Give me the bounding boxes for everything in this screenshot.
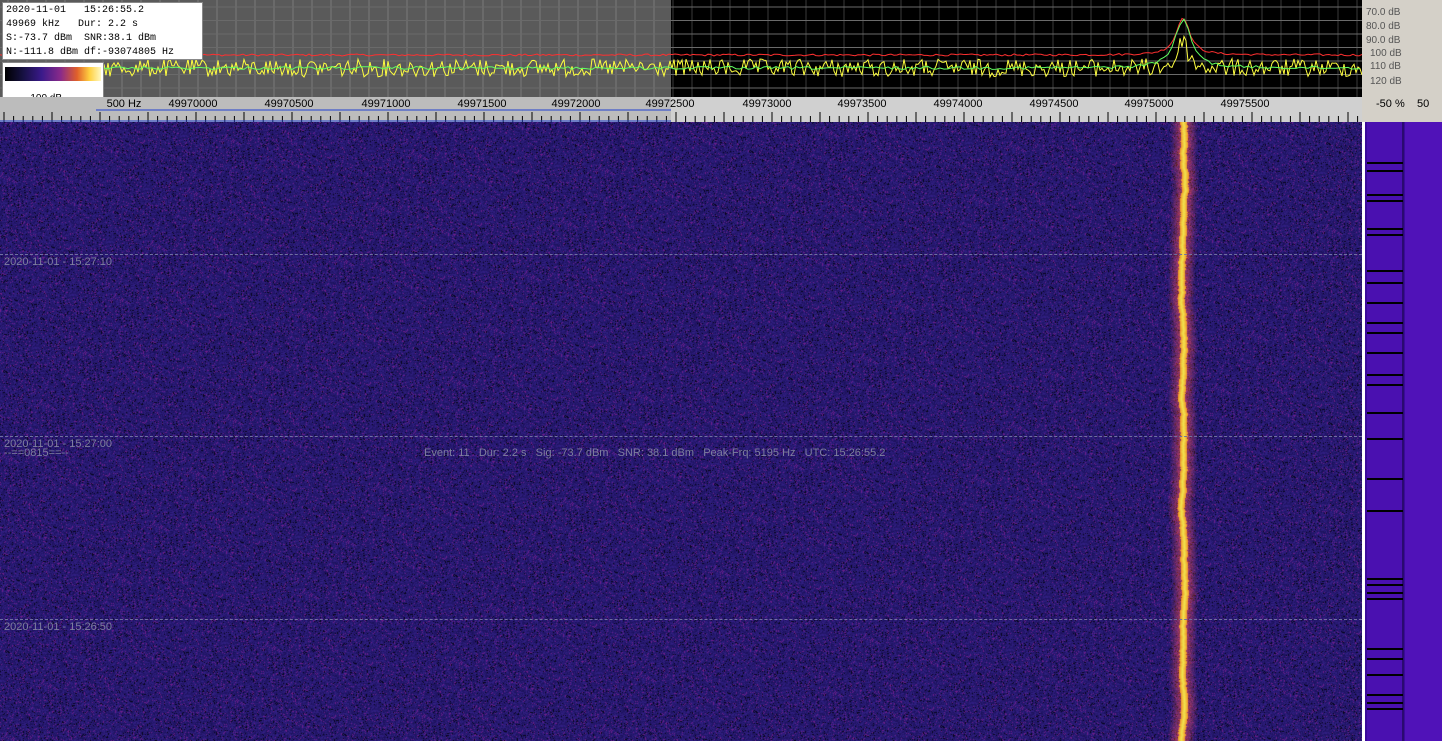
event-info: Event: 11 Dur: 2.2 s Sig: -73.7 dBm SNR:… xyxy=(424,447,886,459)
event-marker xyxy=(1367,592,1403,594)
waterfall-canvas xyxy=(0,122,1362,741)
freq-label-11: 49975000 xyxy=(1124,98,1174,110)
event-marker xyxy=(1367,228,1403,230)
freq-label-12: 49975500 xyxy=(1220,98,1270,110)
freq-label-10: 49974500 xyxy=(1029,98,1079,110)
event-marker xyxy=(1367,234,1403,236)
event-marker xyxy=(1367,674,1403,676)
spectrum-plot[interactable] xyxy=(0,0,1362,97)
info-noise-df: N:-111.8 dBm df:-93074805 Hz xyxy=(6,47,175,58)
spectrum-analyzer-window: 70.0 dB 80.0 dB 90.0 dB 100 dB 110 dB 12… xyxy=(0,0,1442,741)
percent-label: -50 % xyxy=(1376,98,1405,110)
freq-label-2: 49970500 xyxy=(264,98,314,110)
time-divider xyxy=(0,436,1362,437)
color-gradient-bar xyxy=(5,67,101,81)
db-label-90: 90.0 dB xyxy=(1366,35,1401,46)
db-label-80: 80.0 dB xyxy=(1366,21,1401,32)
event-marker xyxy=(1367,412,1403,414)
event-marker xyxy=(1367,302,1403,304)
event-marker xyxy=(1367,374,1403,376)
event-marker xyxy=(1367,702,1403,704)
event-marker xyxy=(1367,694,1403,696)
event-marker xyxy=(1367,194,1403,196)
freq-label-3: 49971000 xyxy=(361,98,411,110)
db-label-110: 110 dB xyxy=(1370,61,1401,72)
percent-value: 50 xyxy=(1417,98,1430,110)
strip-border xyxy=(1362,122,1365,741)
db-label-70: 70.0 dB xyxy=(1366,7,1401,18)
time-label: 2020-11-01 - 15:27:10 xyxy=(4,256,113,268)
event-marker xyxy=(1367,162,1403,164)
event-marker xyxy=(1367,510,1403,512)
info-signal-snr: S:-73.7 dBm SNR:38.1 dBm xyxy=(6,33,157,44)
event-marker xyxy=(1367,282,1403,284)
event-marker xyxy=(1367,478,1403,480)
db-scale: 70.0 dB 80.0 dB 90.0 dB 100 dB 110 dB 12… xyxy=(1362,0,1442,97)
event-marker xyxy=(1367,200,1403,202)
event-marker xyxy=(1367,578,1403,580)
event-marker xyxy=(1367,270,1403,272)
event-marker xyxy=(1367,384,1403,386)
freq-label-6: 49972500 xyxy=(645,98,695,110)
event-marker xyxy=(1367,352,1403,354)
event-marker xyxy=(1367,648,1403,650)
station-tag: --==0815==-- xyxy=(4,447,69,459)
freq-label-0: 500 Hz xyxy=(106,98,142,110)
level-strip xyxy=(1362,122,1442,741)
event-marker xyxy=(1367,598,1403,600)
db-label-100: 100 dB xyxy=(1370,48,1402,59)
db-label-120: 120 dB xyxy=(1370,76,1402,87)
event-marker xyxy=(1367,322,1403,324)
time-label: 2020-11-01 - 15:26:50 xyxy=(4,621,113,633)
freq-label-9: 49974000 xyxy=(933,98,983,110)
freq-label-7: 49973000 xyxy=(742,98,792,110)
event-marker xyxy=(1367,708,1403,710)
info-freq-duration: 49969 kHz Dur: 2.2 s xyxy=(6,19,139,30)
level-column xyxy=(1405,122,1442,741)
event-marker xyxy=(1367,584,1403,586)
info-datetime: 2020-11-01 15:26:55.2 xyxy=(6,5,145,16)
percent-header: -50 % 50 xyxy=(1362,97,1442,122)
time-divider xyxy=(0,619,1362,620)
waterfall-display[interactable]: 2020-11-01 - 15:27:10 2020-11-01 - 15:27… xyxy=(0,122,1362,741)
average-trace xyxy=(103,18,1360,70)
event-marker xyxy=(1367,658,1403,660)
event-marker xyxy=(1367,438,1403,440)
max-hold-trace xyxy=(0,17,1362,57)
frequency-axis[interactable]: 500 Hz 49970000 49970500 49971000 499715… xyxy=(0,97,1362,122)
freq-label-5: 49972000 xyxy=(551,98,601,110)
freq-label-8: 49973500 xyxy=(837,98,887,110)
signal-info-box: 2020-11-01 15:26:55.2 49969 kHz Dur: 2.2… xyxy=(2,2,203,60)
spectrum-traces xyxy=(0,0,1362,97)
event-marker xyxy=(1367,332,1403,334)
time-divider xyxy=(0,254,1362,255)
freq-label-4: 49971500 xyxy=(457,98,507,110)
event-marker xyxy=(1367,170,1403,172)
freq-label-1: 49970000 xyxy=(168,98,218,110)
